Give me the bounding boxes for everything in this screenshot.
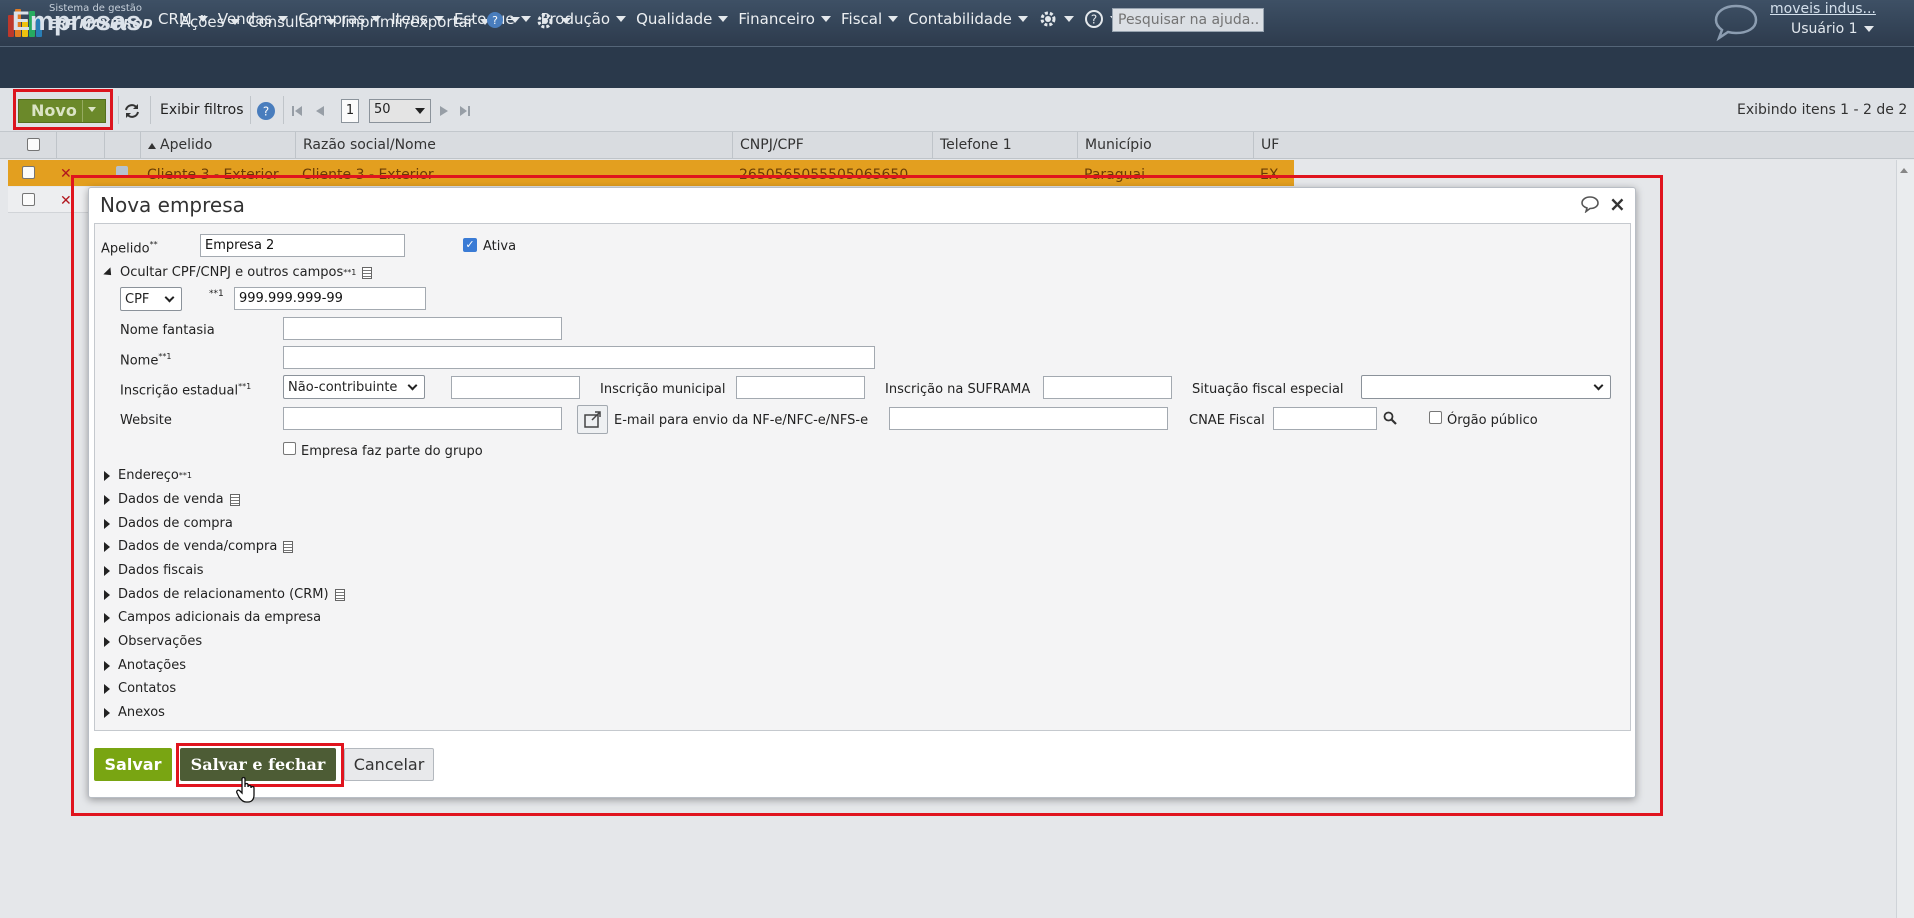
annotation-highlight-dialog	[71, 175, 1663, 816]
